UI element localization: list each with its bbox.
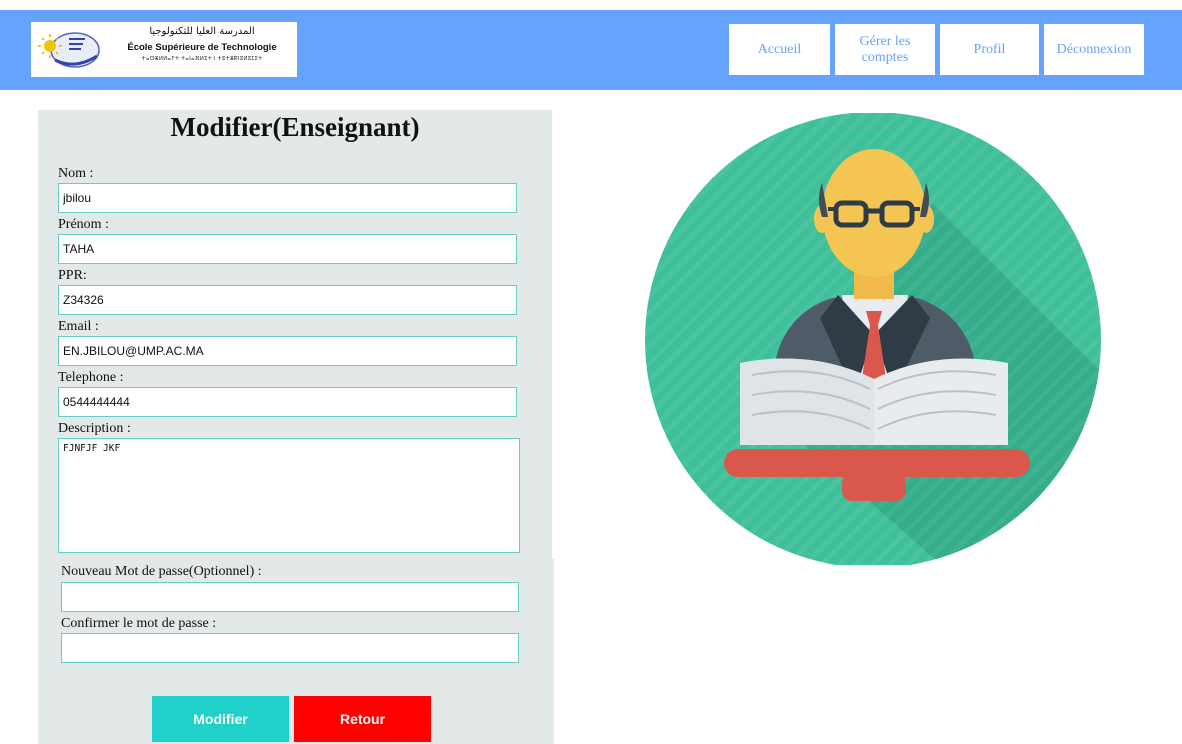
description-textarea[interactable]: FJNFJF JKF (58, 438, 520, 553)
ppr-label: PPR: (58, 268, 87, 283)
top-header: المدرسة العليا للتكنولوجيا École Supérie… (0, 10, 1182, 90)
prenom-label: Prénom : (58, 217, 109, 232)
new-password-label: Nouveau Mot de passe(Optionnel) : (61, 564, 262, 579)
email-input[interactable] (58, 336, 517, 366)
nav-accueil[interactable]: Accueil (729, 24, 830, 75)
logo-arabic-text: المدرسة العليا للتكنولوجيا (149, 26, 255, 37)
nav-profil[interactable]: Profil (940, 24, 1039, 75)
school-logo[interactable]: المدرسة العليا للتكنولوجيا École Supérie… (31, 22, 297, 77)
nav-deconnexion[interactable]: Déconnexion (1044, 24, 1144, 75)
confirm-password-label: Confirmer le mot de passe : (61, 616, 217, 631)
telephone-input[interactable] (58, 387, 517, 417)
ppr-input[interactable] (58, 285, 517, 315)
description-label: Description : (58, 421, 131, 436)
email-label: Email : (58, 319, 99, 334)
nav-gerer-comptes[interactable]: Gérer les comptes (835, 24, 935, 75)
logo-tifinagh-text: ⵜⴰⵙⴻⵍⵍⴰⵢⵜ ⵜⴰⵏⴰⴼⵍⵉⵜ ⵏ ⵜⵓⵜⴻⴽⵏⵓⵍⵓⵊⵉⵜ (141, 56, 263, 62)
school-emblem-icon (38, 32, 100, 68)
telephone-label: Telephone : (58, 370, 124, 385)
logo-school-name: École Supérieure de Technologie (127, 42, 277, 53)
new-password-input[interactable] (61, 582, 519, 612)
confirm-password-input[interactable] (61, 633, 519, 663)
prenom-input[interactable] (58, 234, 517, 264)
modifier-button[interactable]: Modifier (152, 696, 289, 742)
retour-button[interactable]: Retour (294, 696, 431, 742)
teacher-with-book-icon (645, 113, 1101, 565)
nom-label: Nom : (58, 166, 94, 181)
page-title: Modifier(Enseignant) (170, 112, 420, 142)
nom-input[interactable] (58, 183, 517, 213)
